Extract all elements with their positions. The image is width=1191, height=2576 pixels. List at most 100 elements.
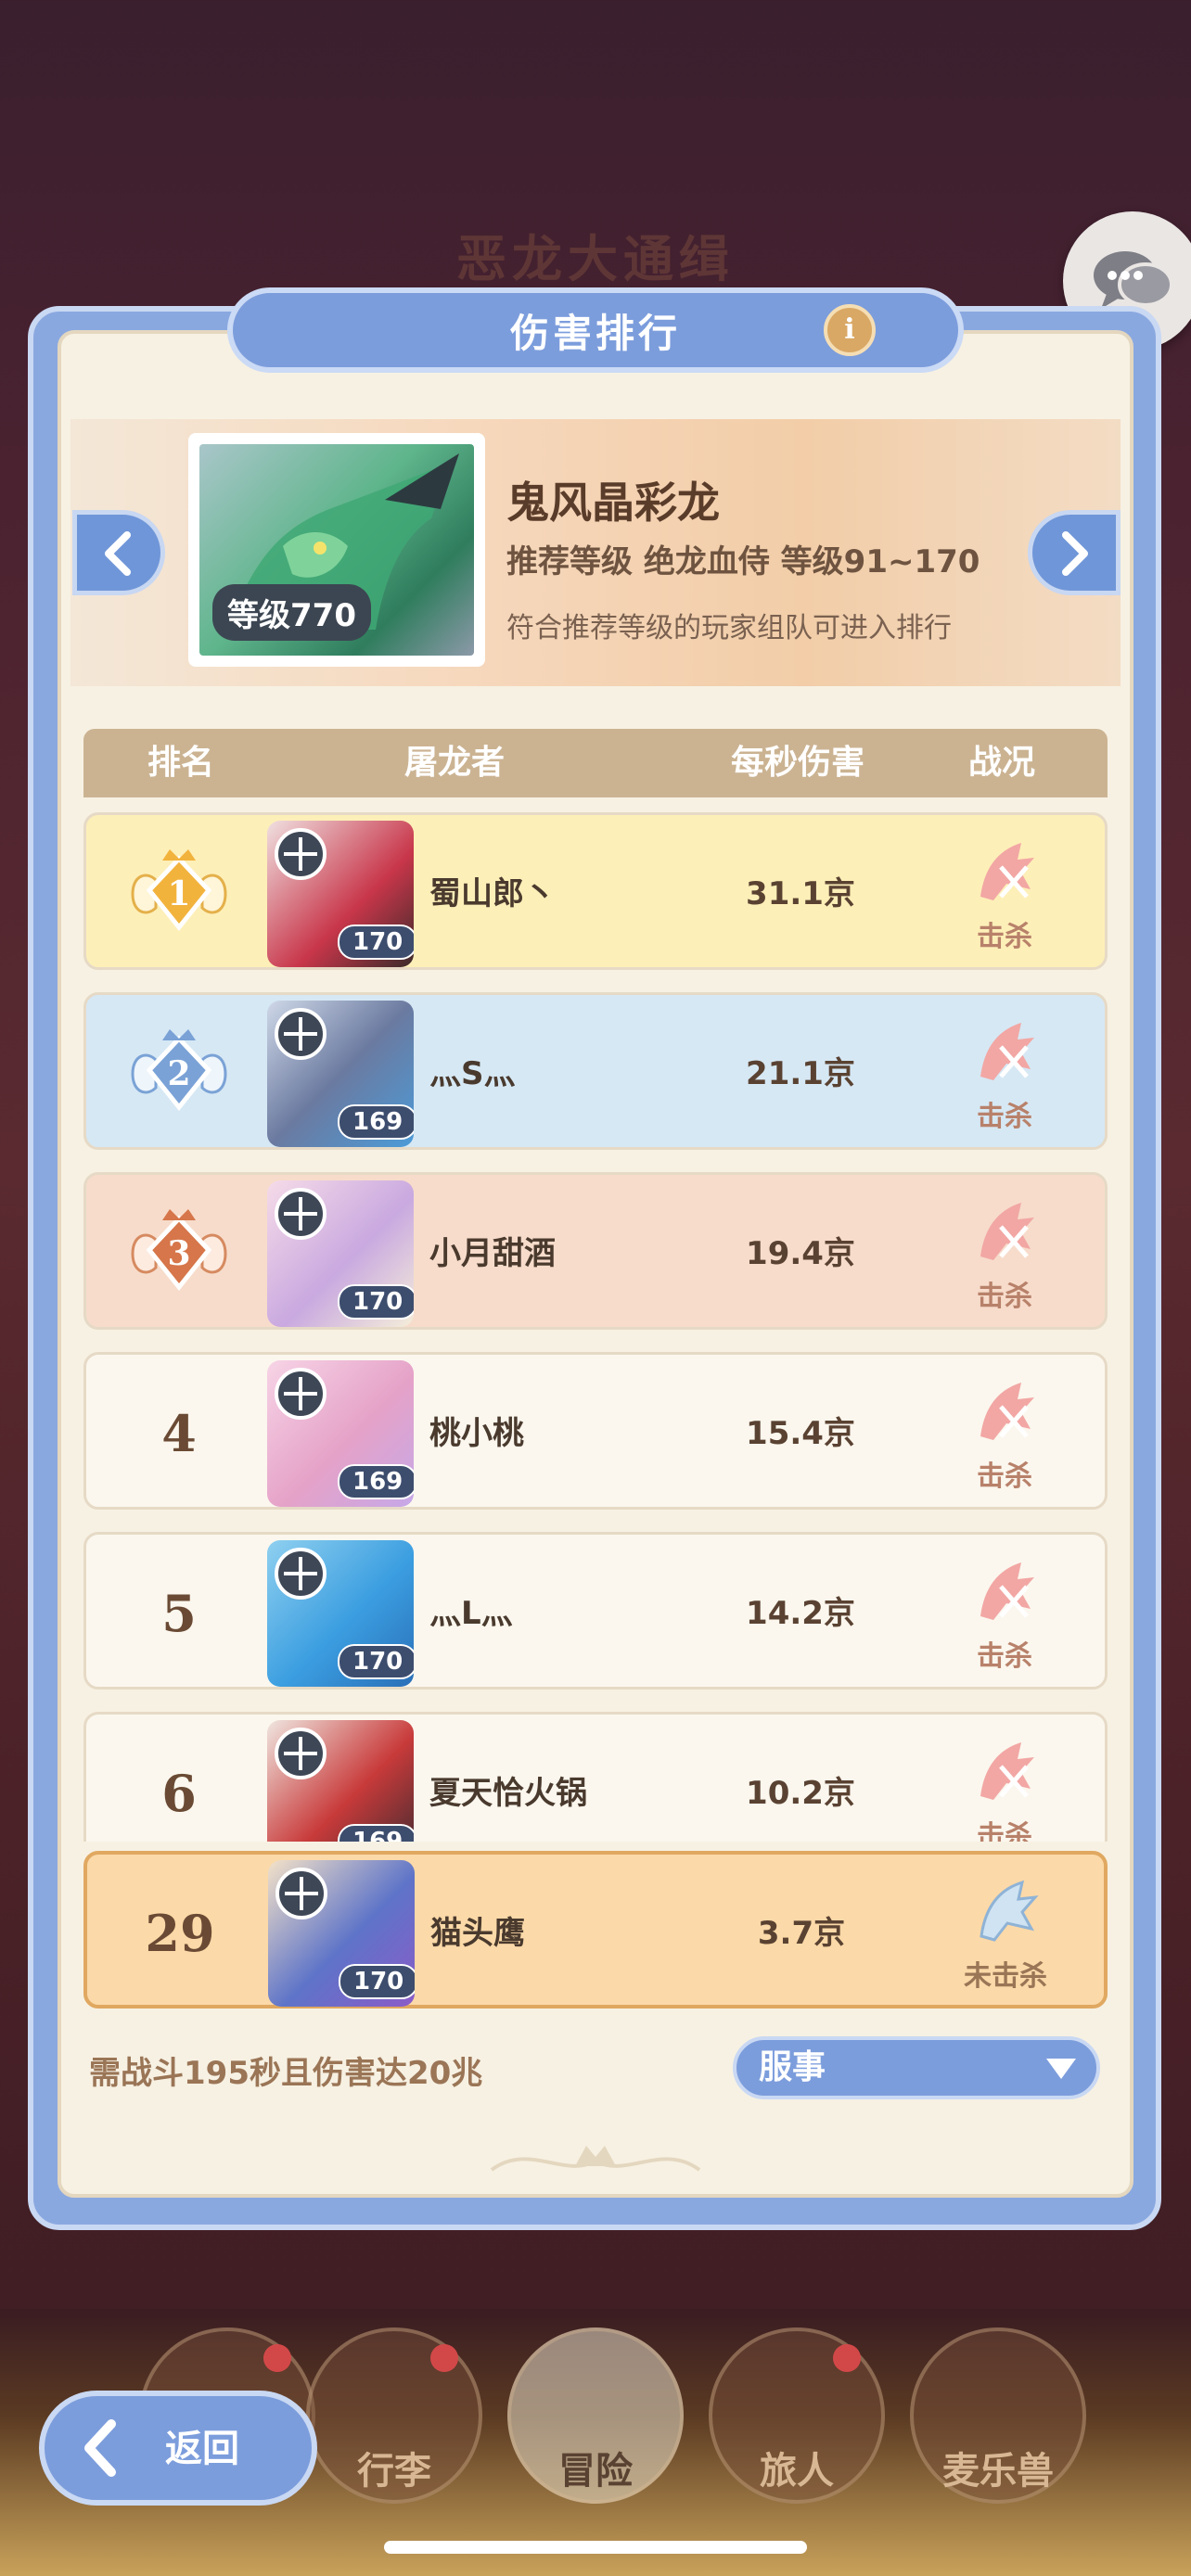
panel-title: 伤害排行 bbox=[509, 310, 681, 356]
table-row[interactable]: 1 170 蜀山郎丶 31.1京 击杀 bbox=[83, 812, 1108, 970]
guild-cross-icon bbox=[275, 1548, 327, 1600]
dps-value: 15.4京 bbox=[746, 1415, 855, 1452]
dragon-alive-icon bbox=[980, 1880, 1039, 1942]
table-header: 排名 屠龙者 每秒伤害 战况 bbox=[83, 729, 1108, 797]
avatar[interactable]: 170 bbox=[268, 1860, 415, 2007]
notification-dot bbox=[833, 2344, 861, 2372]
boss-name: 鬼风晶彩龙 bbox=[506, 478, 720, 528]
nav-item-bag[interactable]: 行李 bbox=[306, 2327, 482, 2504]
server-selected-label: 服事 bbox=[759, 2048, 826, 2086]
status-text: 未击杀 bbox=[964, 1960, 1047, 1993]
rank-number: 4 bbox=[161, 1404, 197, 1463]
battle-status: 击杀 bbox=[912, 1535, 1097, 1692]
header-rank: 排名 bbox=[147, 744, 214, 782]
player-name: 灬L灬 bbox=[429, 1595, 513, 1632]
dragon-slain-icon bbox=[980, 843, 1034, 900]
notification-dot bbox=[263, 2344, 291, 2372]
avatar-level: 170 bbox=[338, 925, 414, 960]
requirement-text: 需战斗195秒且伤害达20兆 bbox=[89, 2055, 483, 2092]
rank-bronze-badge-icon: 3 bbox=[131, 1209, 227, 1292]
dragon-slain-icon bbox=[980, 1203, 1034, 1260]
background-title-text: 恶龙大通缉 bbox=[456, 230, 735, 288]
table-row[interactable]: 4 169 桃小桃 15.4京 击杀 bbox=[83, 1352, 1108, 1510]
dragon-slain-icon bbox=[980, 1562, 1034, 1620]
player-name: 小月甜酒 bbox=[429, 1235, 556, 1272]
header-dps: 每秒伤害 bbox=[730, 744, 864, 782]
dps-value: 3.7京 bbox=[757, 1915, 846, 1952]
info-button[interactable]: i bbox=[824, 304, 876, 356]
server-dropdown[interactable]: 服事 bbox=[733, 2036, 1100, 2099]
dps-value: 31.1京 bbox=[746, 875, 855, 912]
dps-value: 21.1京 bbox=[746, 1055, 855, 1092]
rank-number: 3 bbox=[167, 1234, 190, 1273]
boss-portrait: 等级770 bbox=[188, 433, 485, 667]
nav-label: 麦乐兽 bbox=[942, 2450, 1054, 2493]
battle-status: 未击杀 bbox=[913, 1855, 1098, 2012]
player-name: 猫头鹰 bbox=[430, 1915, 525, 1952]
table-row[interactable]: 6 169 夏天恰火锅 10.2京 击杀 bbox=[83, 1712, 1108, 1842]
avatar-level: 169 bbox=[338, 1464, 414, 1499]
avatar-level: 169 bbox=[338, 1824, 414, 1842]
avatar[interactable]: 170 bbox=[267, 1180, 414, 1327]
ornament-icon bbox=[490, 2146, 701, 2172]
status-text: 击杀 bbox=[977, 1820, 1032, 1842]
status-text: 击杀 bbox=[977, 921, 1032, 953]
guild-cross-icon bbox=[275, 1728, 327, 1779]
nav-item-adventure[interactable]: 冒险 bbox=[507, 2327, 684, 2504]
prev-boss-button[interactable] bbox=[72, 510, 165, 595]
nav-label: 冒险 bbox=[558, 2450, 633, 2493]
table-row[interactable]: 5 170 灬L灬 14.2京 击杀 bbox=[83, 1532, 1108, 1690]
back-button[interactable]: 返回 bbox=[39, 2391, 317, 2506]
avatar[interactable]: 169 bbox=[267, 1360, 414, 1507]
dps-value: 10.2京 bbox=[746, 1775, 855, 1812]
avatar[interactable]: 170 bbox=[267, 1540, 414, 1687]
avatar[interactable]: 169 bbox=[267, 1720, 414, 1842]
ranking-list[interactable]: 1 170 蜀山郎丶 31.1京 击杀 2 169 灬S灬 21.1京 击杀 3… bbox=[83, 812, 1108, 1842]
avatar[interactable]: 169 bbox=[267, 1001, 414, 1147]
battle-status: 击杀 bbox=[912, 995, 1097, 1153]
rank-silver-badge-icon: 2 bbox=[131, 1029, 227, 1112]
background-title: 恶龙大通缉 bbox=[0, 218, 1191, 291]
dps-value: 14.2京 bbox=[746, 1595, 855, 1632]
status-text: 击杀 bbox=[977, 1101, 1032, 1133]
status-text: 击杀 bbox=[977, 1281, 1032, 1313]
battle-status: 击杀 bbox=[912, 1355, 1097, 1512]
next-boss-button[interactable] bbox=[1028, 510, 1121, 595]
table-row[interactable]: 3 170 小月甜酒 19.4京 击杀 bbox=[83, 1172, 1108, 1330]
home-indicator[interactable] bbox=[384, 2541, 807, 2554]
player-name: 灬S灬 bbox=[429, 1055, 516, 1092]
dps-value: 19.4京 bbox=[746, 1235, 855, 1272]
player-name: 蜀山郎丶 bbox=[429, 875, 556, 912]
notification-dot bbox=[430, 2344, 458, 2372]
back-arrow-icon bbox=[84, 2419, 116, 2477]
chevron-left-icon bbox=[105, 531, 131, 576]
guild-cross-icon bbox=[275, 1368, 327, 1420]
avatar-level: 170 bbox=[338, 1284, 414, 1320]
avatar[interactable]: 170 bbox=[267, 821, 414, 967]
header-status: 战况 bbox=[967, 744, 1035, 782]
table-row[interactable]: 2 169 灬S灬 21.1京 击杀 bbox=[83, 992, 1108, 1150]
guild-cross-icon bbox=[275, 1868, 327, 1919]
rank-number: 6 bbox=[161, 1764, 197, 1823]
rank-number: 1 bbox=[167, 874, 190, 913]
nav-label: 旅人 bbox=[760, 2450, 834, 2493]
boss-entry-note: 符合推荐等级的玩家组队可进入排行 bbox=[506, 612, 952, 644]
self-rank-row[interactable]: 29 170 猫头鹰 3.7京 未击杀 bbox=[83, 1851, 1108, 2009]
header-slayer: 屠龙者 bbox=[403, 744, 505, 782]
guild-cross-icon bbox=[275, 828, 327, 880]
nav-item-traveler[interactable]: 旅人 bbox=[709, 2327, 885, 2504]
rank-number: 29 bbox=[145, 1904, 215, 1963]
avatar-level: 170 bbox=[338, 1644, 414, 1679]
boss-level-badge: 等级770 bbox=[212, 584, 371, 641]
dragon-slain-icon bbox=[980, 1383, 1034, 1440]
rank-gold-badge-icon: 1 bbox=[131, 849, 227, 932]
battle-status: 击杀 bbox=[912, 815, 1097, 973]
dragon-slain-icon bbox=[980, 1023, 1034, 1080]
rank-number: 2 bbox=[167, 1054, 190, 1093]
nav-item-pets[interactable]: 麦乐兽 bbox=[910, 2327, 1086, 2504]
player-name: 夏天恰火锅 bbox=[429, 1775, 587, 1812]
status-text: 击杀 bbox=[977, 1460, 1032, 1493]
dragon-image: 等级770 bbox=[199, 444, 474, 656]
guild-cross-icon bbox=[275, 1188, 327, 1240]
player-name: 桃小桃 bbox=[429, 1415, 524, 1452]
